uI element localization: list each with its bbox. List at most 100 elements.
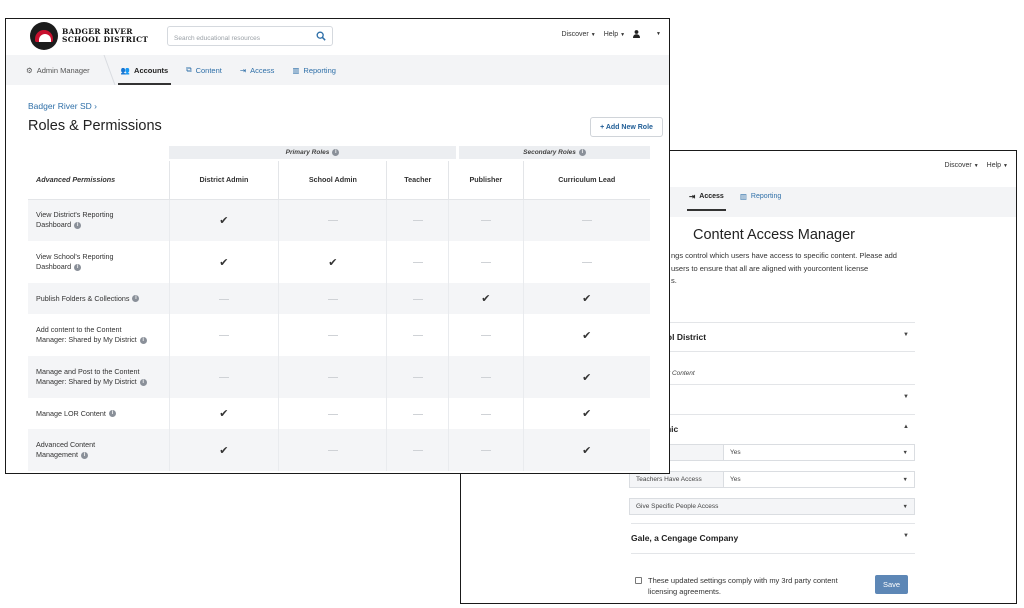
info-icon[interactable]: i: [139, 336, 147, 344]
permission-cell[interactable]: ✔: [523, 314, 650, 356]
sign-in-icon: ⇥: [239, 65, 247, 75]
tab-accounts[interactable]: 👥 Accounts: [112, 55, 178, 85]
dash-icon: [412, 335, 423, 337]
breadcrumb[interactable]: Badger River SD ›: [28, 101, 97, 111]
permissions-table: Advanced Permissions District Admin Scho…: [28, 161, 650, 471]
add-new-role-button[interactable]: + Add New Role: [590, 117, 663, 137]
check-icon: ✔: [582, 371, 592, 384]
column-header: Curriculum Lead: [523, 161, 650, 200]
permission-cell[interactable]: [386, 241, 450, 283]
badger-logo-icon: [30, 22, 58, 50]
permission-cell[interactable]: ✔: [278, 241, 388, 283]
info-icon[interactable]: i: [578, 149, 586, 156]
permission-cell[interactable]: [169, 283, 280, 314]
dash-icon: [327, 450, 338, 452]
dash-icon: [412, 298, 423, 300]
permission-cell[interactable]: [448, 314, 524, 356]
check-icon: ✔: [219, 408, 229, 420]
permission-cell[interactable]: [278, 314, 388, 356]
search-box[interactable]: [167, 26, 333, 48]
info-icon[interactable]: i: [74, 263, 82, 271]
check-icon: ✔: [328, 256, 338, 269]
permission-cell[interactable]: [448, 398, 524, 429]
dash-icon: [480, 450, 491, 452]
dash-icon: [480, 413, 491, 415]
permission-cell[interactable]: ✔: [169, 429, 280, 471]
bar-chart-icon: ▥: [739, 191, 747, 201]
save-button[interactable]: Save: [875, 575, 908, 594]
info-icon[interactable]: i: [139, 378, 147, 386]
permission-cell[interactable]: [386, 314, 450, 356]
dash-icon: [327, 335, 338, 337]
tab-admin-manager[interactable]: ⚙ Admin Manager: [6, 55, 112, 85]
permission-cell[interactable]: [278, 429, 388, 471]
tab-reporting[interactable]: ▥ Reporting: [283, 55, 345, 85]
permission-cell[interactable]: ✔: [523, 429, 650, 471]
specific-people-select[interactable]: Give Specific People Access ▼: [629, 498, 915, 515]
access-field-row[interactable]: ve Access Yes ▼: [629, 444, 915, 461]
section-district[interactable]: ver School District ▼: [631, 322, 915, 352]
info-icon[interactable]: i: [132, 295, 140, 303]
permission-cell[interactable]: [169, 314, 280, 356]
info-icon[interactable]: i: [332, 149, 340, 156]
permission-label: Manage LOR Content i: [28, 398, 170, 429]
help-menu[interactable]: Help ▼: [604, 31, 625, 38]
tab-bar: ⚙ Admin Manager 👥 Accounts ⧉ Content ⇥ Acces…: [6, 55, 669, 85]
permission-cell[interactable]: [386, 199, 450, 241]
tab-content[interactable]: ⧉ Content: [177, 55, 231, 85]
page-title: Roles & Permissions: [28, 118, 162, 134]
district-logo[interactable]: BADGER RIVER SCHOOL DISTRICT: [30, 22, 148, 50]
permission-cell[interactable]: [448, 241, 524, 283]
search-icon[interactable]: [316, 30, 326, 42]
permission-cell[interactable]: [386, 356, 450, 398]
permission-cell[interactable]: ✔: [169, 199, 280, 241]
permission-cell[interactable]: ✔: [523, 283, 650, 314]
permission-cell[interactable]: [448, 199, 524, 241]
search-input[interactable]: [168, 29, 303, 48]
permission-cell[interactable]: [278, 398, 388, 429]
dash-icon: [327, 298, 338, 300]
dash-icon: [480, 262, 491, 264]
caret-down-icon: ▼: [973, 163, 979, 169]
section-gale[interactable]: Gale, a Cengage Company ▼: [631, 523, 915, 553]
permission-cell[interactable]: [386, 398, 450, 429]
caret-down-icon: ▼: [620, 31, 626, 38]
permission-cell[interactable]: [278, 283, 388, 314]
dash-icon: [412, 377, 423, 379]
permission-cell[interactable]: [278, 356, 388, 398]
permission-cell[interactable]: [448, 429, 524, 471]
permission-cell[interactable]: ✔: [523, 398, 650, 429]
permission-cell[interactable]: [386, 429, 450, 471]
agreement-checkbox[interactable]: [635, 577, 642, 584]
table-row: Publish Folders & Collections i ✔ ✔: [28, 283, 650, 314]
caret-down-icon: ▼: [902, 449, 908, 456]
user-menu[interactable]: ▼: [633, 30, 661, 38]
discover-menu[interactable]: Discover ▼: [944, 162, 978, 169]
copy-icon: ⧉: [186, 65, 192, 74]
permission-cell[interactable]: ✔: [448, 283, 524, 314]
teachers-access-row[interactable]: Teachers Have Access Yes ▼: [629, 471, 915, 488]
help-menu[interactable]: Help ▼: [987, 162, 1008, 169]
permission-cell[interactable]: ✔: [169, 241, 280, 283]
section-geographic[interactable]: Geographic ▲: [631, 414, 915, 444]
permission-cell[interactable]: ✔: [169, 398, 280, 429]
permission-cell[interactable]: [523, 241, 650, 283]
permission-cell[interactable]: [386, 283, 450, 314]
discover-menu[interactable]: Discover ▼: [562, 31, 596, 38]
permission-cell[interactable]: [169, 356, 280, 398]
tab-reporting[interactable]: ▥ Reporting: [732, 181, 789, 211]
info-icon[interactable]: i: [108, 410, 116, 418]
permission-cell[interactable]: [523, 199, 650, 241]
permission-cell[interactable]: [448, 356, 524, 398]
dash-icon: [480, 335, 491, 337]
table-row: Manage and Post to the Content Manager: S…: [28, 356, 650, 398]
caret-down-icon: ▼: [902, 503, 908, 510]
info-icon[interactable]: i: [80, 451, 88, 459]
tab-access[interactable]: ⇥ Access: [681, 181, 732, 211]
permission-cell[interactable]: [278, 199, 388, 241]
dash-icon: [327, 413, 338, 415]
tab-access[interactable]: ⇥ Access: [231, 55, 283, 85]
section-videos[interactable]: deos ▼: [631, 384, 915, 414]
permission-cell[interactable]: ✔: [523, 356, 650, 398]
info-icon[interactable]: i: [74, 221, 82, 229]
